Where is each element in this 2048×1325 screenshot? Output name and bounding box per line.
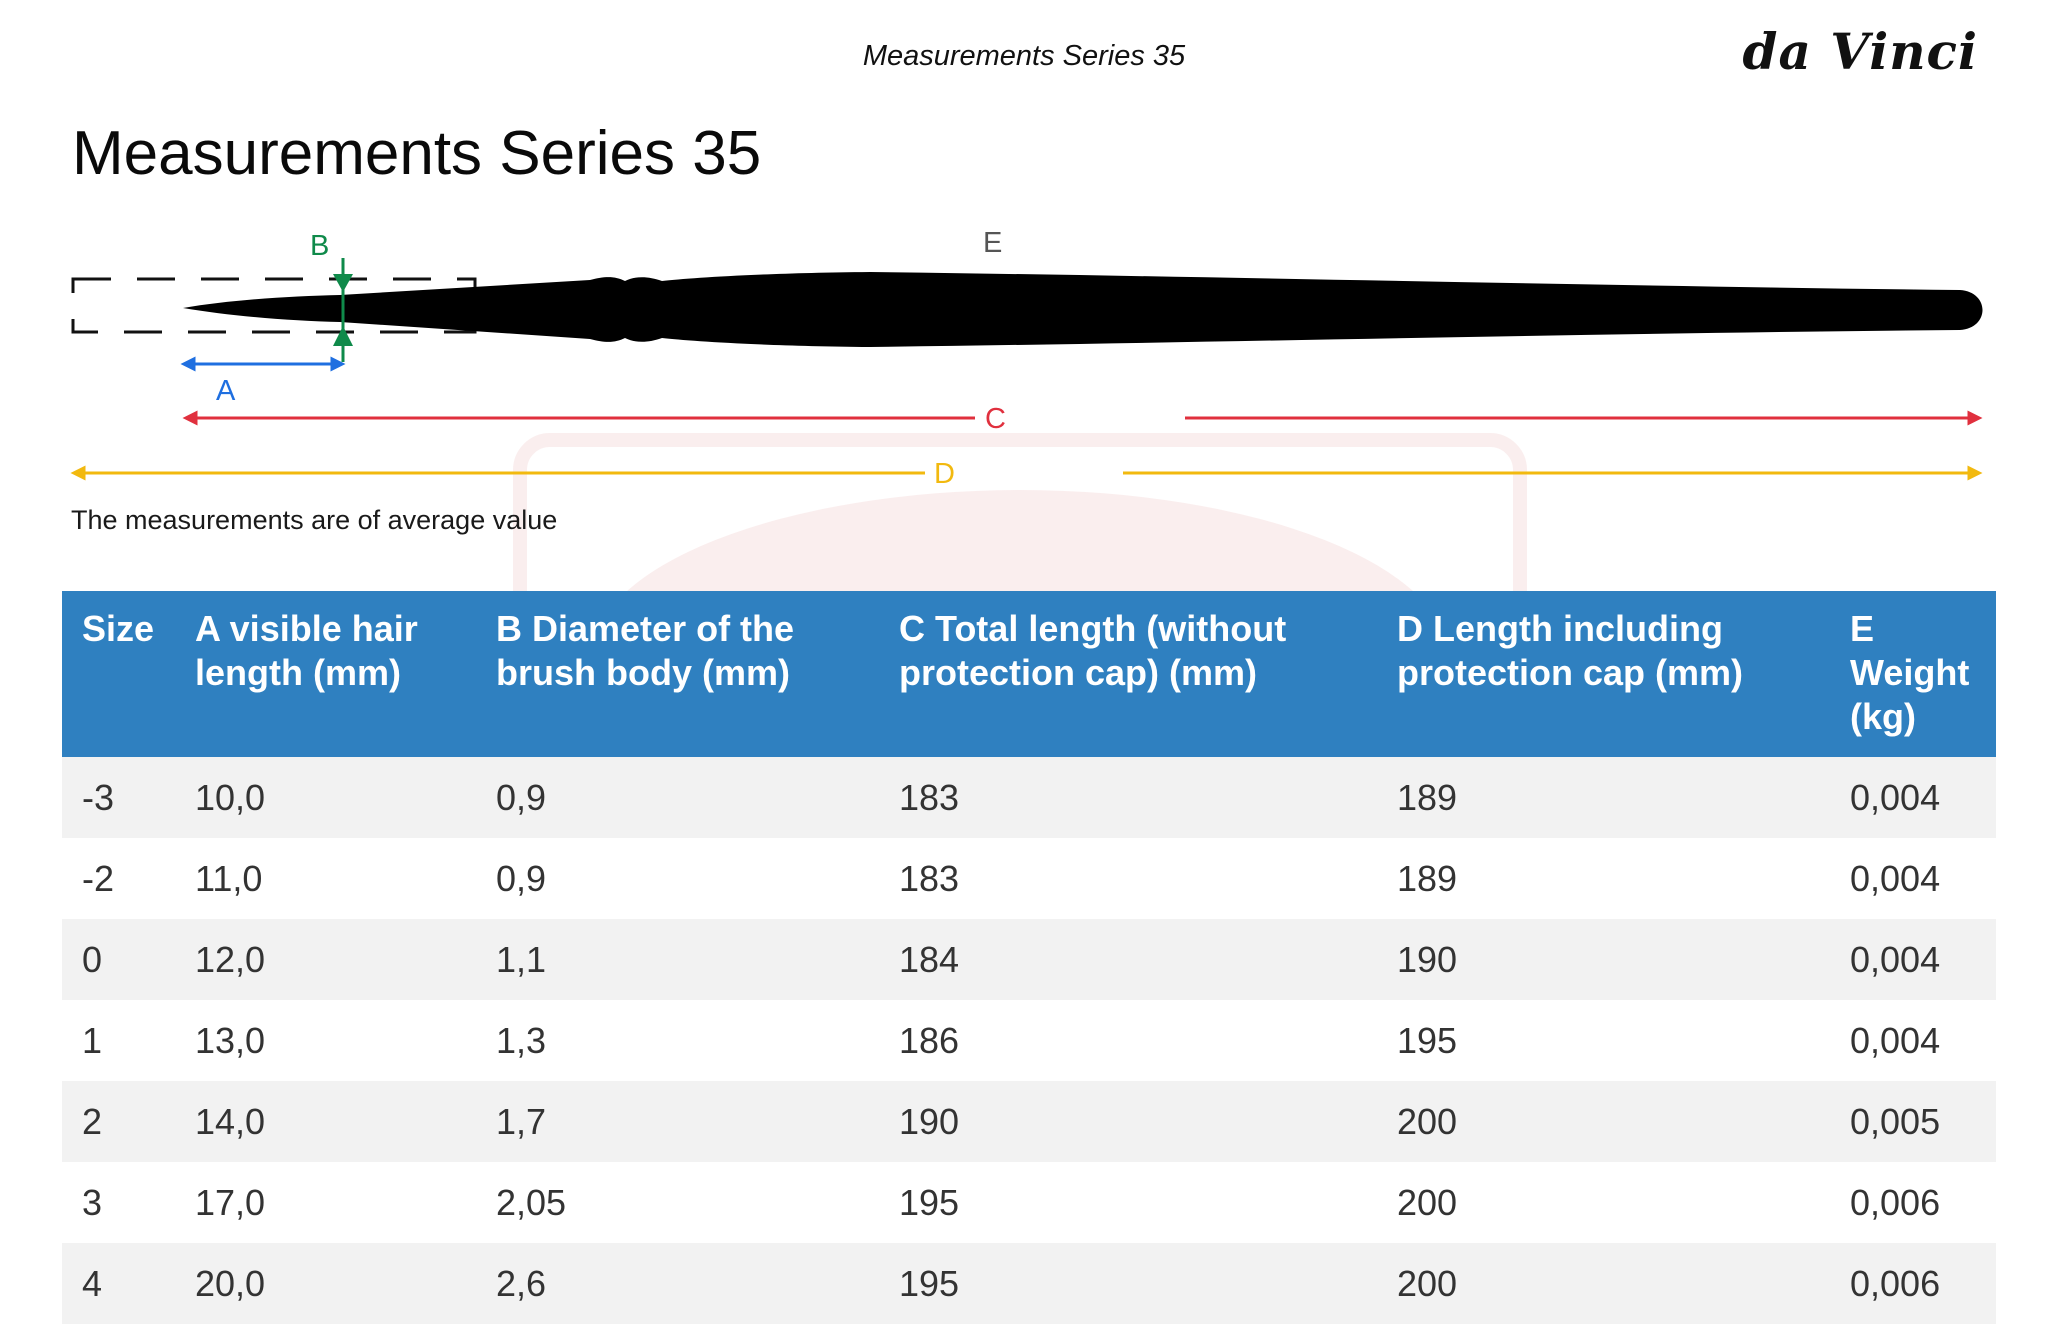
cell-c: 186 (899, 1019, 960, 1061)
cell-a: 10,0 (195, 776, 266, 818)
table-row: 2 14,0 1,7 190 200 0,005 (62, 1081, 1996, 1162)
cell-a: 12,0 (195, 938, 266, 980)
cell-b: 2,05 (496, 1181, 567, 1223)
cell-size: -2 (82, 857, 115, 899)
cell-c: 195 (899, 1181, 960, 1223)
cell-e: 0,004 (1850, 776, 1941, 818)
cell-d: 200 (1397, 1262, 1458, 1304)
table-row: 4 20,0 2,6 195 200 0,006 (62, 1243, 1996, 1324)
header-c-total-length: C Total length (without protection cap) … (899, 608, 1287, 693)
cell-a: 14,0 (195, 1100, 266, 1142)
cell-b: 1,1 (496, 938, 547, 980)
cell-e: 0,004 (1850, 857, 1941, 899)
cell-d: 189 (1397, 857, 1458, 899)
header-d-length-with-cap: D Length including protection cap (mm) (1397, 608, 1744, 693)
cell-e: 0,006 (1850, 1262, 1941, 1304)
cell-a: 11,0 (195, 857, 263, 899)
cell-size: -3 (82, 776, 115, 818)
cell-e: 0,006 (1850, 1181, 1941, 1223)
cell-c: 190 (899, 1100, 960, 1142)
cell-b: 2,6 (496, 1262, 547, 1304)
table-row: -2 11,0 0,9 183 189 0,004 (62, 838, 1996, 919)
cell-d: 200 (1397, 1181, 1458, 1223)
cell-size: 3 (82, 1181, 103, 1223)
table-row: 3 17,0 2,05 195 200 0,006 (62, 1162, 1996, 1243)
label-c: C (985, 403, 1006, 435)
cell-a: 13,0 (195, 1019, 266, 1061)
cell-b: 0,9 (496, 857, 547, 899)
label-a: A (216, 375, 236, 407)
table-header-row: Size A visible hair length (mm) B Diamet… (62, 591, 1996, 757)
header-b-diameter: B Diameter of the brush body (mm) (496, 608, 795, 693)
header-e-weight: E Weight (kg) (1850, 608, 1970, 737)
cell-e: 0,005 (1850, 1100, 1941, 1142)
cell-size: 1 (82, 1019, 103, 1061)
cell-d: 190 (1397, 938, 1458, 980)
header-size: Size (82, 608, 155, 649)
cell-b: 1,7 (496, 1100, 547, 1142)
label-d: D (934, 458, 955, 490)
cell-b: 0,9 (496, 776, 547, 818)
label-e: E (983, 227, 1002, 259)
table-row: 1 13,0 1,3 186 195 0,004 (62, 1000, 1996, 1081)
cell-d: 189 (1397, 776, 1458, 818)
cell-size: 0 (82, 938, 103, 980)
cell-b: 1,3 (496, 1019, 547, 1061)
cell-c: 195 (899, 1262, 960, 1304)
cell-size: 4 (82, 1262, 103, 1304)
b-arrow-bottom (333, 326, 353, 346)
cell-e: 0,004 (1850, 1019, 1941, 1061)
cell-c: 183 (899, 857, 960, 899)
cell-e: 0,004 (1850, 938, 1941, 980)
measurements-table: Size A visible hair length (mm) B Diamet… (62, 591, 1996, 1324)
label-b: B (310, 230, 329, 262)
cell-c: 184 (899, 938, 960, 980)
cell-d: 200 (1397, 1100, 1458, 1142)
cell-c: 183 (899, 776, 960, 818)
b-arrow-top (333, 274, 353, 292)
brush-diagram: B E A C D (70, 227, 1983, 490)
table-row: -3 10,0 0,9 183 189 0,004 (62, 757, 1996, 838)
brand-logo: da Vinci (1742, 22, 1978, 81)
header-a-visible-hair-length: A visible hair length (mm) (195, 608, 418, 693)
page-title: Measurements Series 35 (72, 119, 762, 188)
header-title: Measurements Series 35 (862, 40, 1186, 72)
brush-silhouette (183, 272, 1983, 347)
table-row: 0 12,0 1,1 184 190 0,004 (62, 919, 1996, 1000)
average-value-note: The measurements are of average value (71, 505, 558, 535)
cell-a: 20,0 (195, 1262, 266, 1304)
cell-d: 195 (1397, 1019, 1458, 1061)
cell-size: 2 (82, 1100, 103, 1142)
cell-a: 17,0 (195, 1181, 266, 1223)
